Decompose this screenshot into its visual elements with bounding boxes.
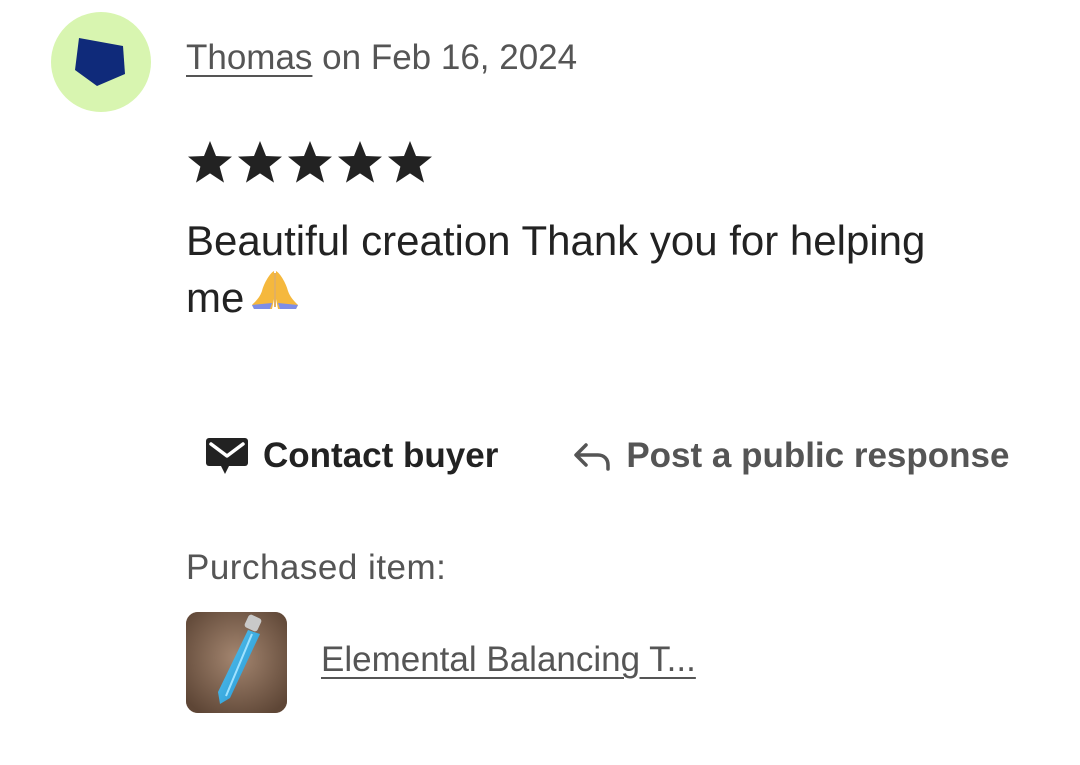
star-icon [238,141,282,183]
avatar-pentagon-icon [75,38,125,86]
contact-buyer-button[interactable]: Contact buyer [205,436,498,476]
pendant-image-icon [186,612,287,713]
review-date: on Feb 16, 2024 [322,38,578,77]
purchased-item-label: Purchased item: [186,548,447,587]
star-icon [288,141,332,183]
review-header: Thomas on Feb 16, 2024 [186,38,577,78]
star-icon [338,141,382,183]
reviewer-name-link[interactable]: Thomas [186,38,312,77]
reviewer-avatar[interactable] [51,12,151,112]
star-rating [186,138,434,186]
post-public-response-label: Post a public response [626,436,1010,475]
purchased-item-link[interactable]: Elemental Balancing T... [321,640,696,680]
folded-hands-emoji-icon [250,268,300,325]
star-icon [188,141,232,183]
post-public-response-button[interactable]: Post a public response [572,436,1009,476]
mail-icon [205,436,249,476]
star-icon [388,141,432,183]
review-body: Beautiful creation Thank you for helping… [186,212,946,329]
reply-arrow-icon [572,439,612,473]
contact-buyer-label: Contact buyer [263,436,499,475]
item-thumbnail[interactable] [186,612,287,713]
review-actions: Contact buyer Post a public response [205,436,1009,476]
